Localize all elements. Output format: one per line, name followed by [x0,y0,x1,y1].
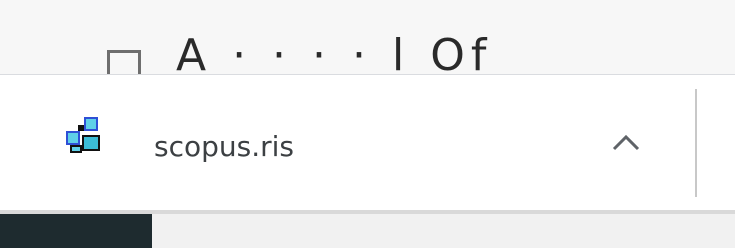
download-item[interactable]: scopus.ris [40,93,680,185]
screen: A · · · · l Of scopus.ris [0,0,735,248]
chevron-up-icon[interactable] [608,131,644,155]
reference-file-icon [64,115,104,155]
download-shelf: scopus.ris [0,74,735,211]
taskbar [0,210,735,248]
download-file-name[interactable]: scopus.ris [154,133,294,161]
shelf-divider [695,89,697,197]
background-checkbox[interactable] [107,50,141,74]
background-partial-text: A · · · · l Of [176,30,493,75]
taskbar-dark-segment[interactable] [0,214,152,248]
background-page: A · · · · l Of [0,0,735,74]
